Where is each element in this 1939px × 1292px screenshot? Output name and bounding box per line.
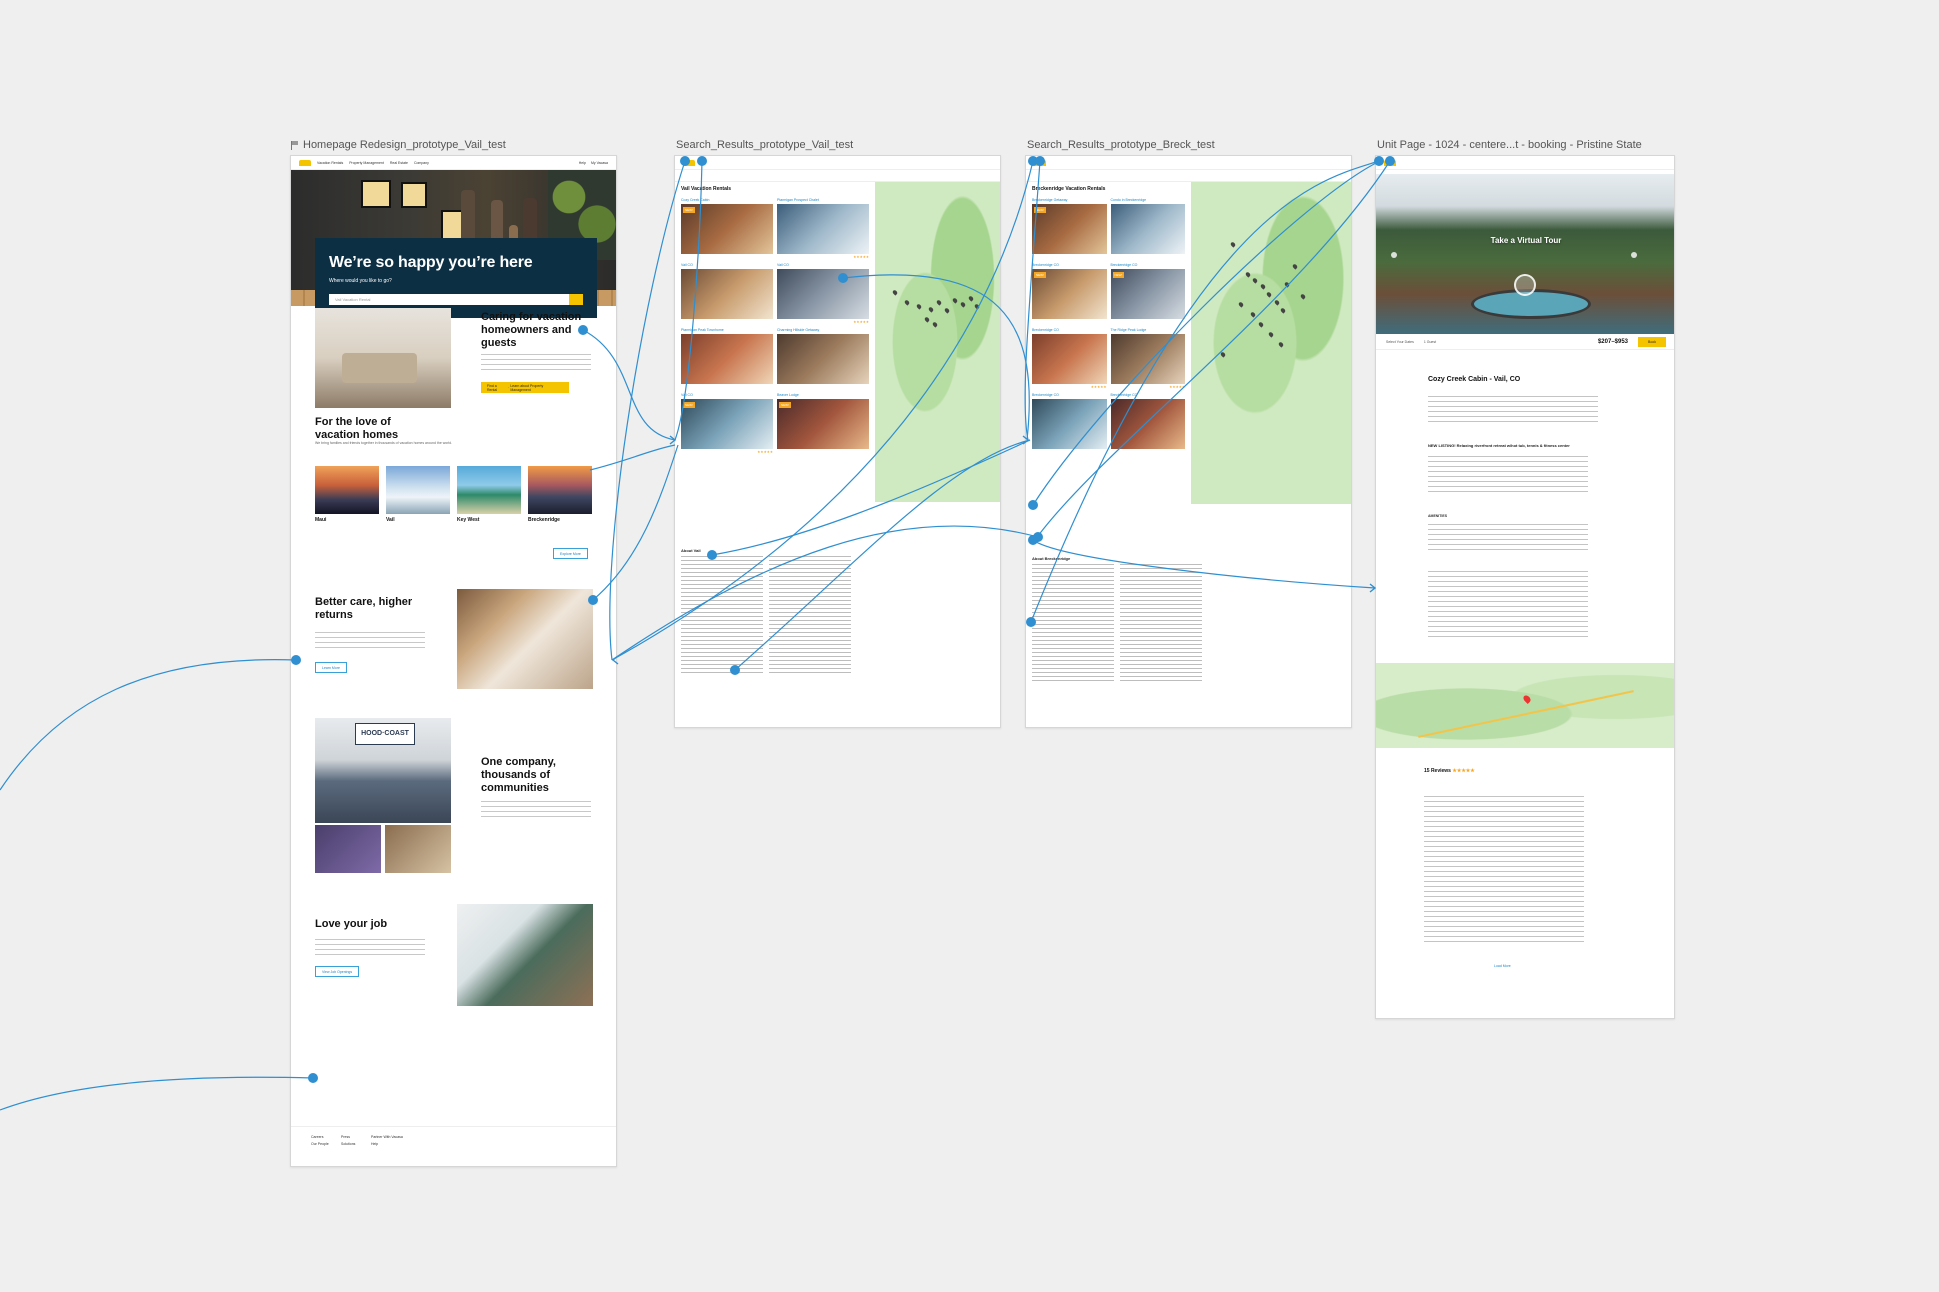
connector-line xyxy=(734,439,1031,671)
arrowhead-icon xyxy=(611,655,619,665)
hotspot-dot[interactable] xyxy=(680,156,690,166)
connector-line xyxy=(1032,160,1381,506)
hotspot-dot[interactable] xyxy=(1033,532,1043,542)
hotspot-dot[interactable] xyxy=(308,1073,318,1083)
prototype-canvas: Homepage Redesign_prototype_Vail_test Se… xyxy=(0,0,1939,1292)
hotspot-dot[interactable] xyxy=(578,325,588,335)
connector-line xyxy=(674,160,703,441)
hotspot-dot[interactable] xyxy=(707,550,717,560)
connector-line xyxy=(1032,539,1376,589)
connector-line xyxy=(1034,160,1391,541)
hotspot-dot[interactable] xyxy=(1035,156,1045,166)
hotspot-dot[interactable] xyxy=(1026,617,1036,627)
connector-line xyxy=(582,329,676,441)
hotspot-dot[interactable] xyxy=(1385,156,1395,166)
hotspot-dot[interactable] xyxy=(1028,500,1038,510)
hotspot-dot[interactable] xyxy=(1374,156,1384,166)
connector-line xyxy=(0,659,297,791)
connector-line xyxy=(611,160,1034,661)
hotspot-dot[interactable] xyxy=(838,273,848,283)
connector-line xyxy=(589,444,676,471)
connector-line xyxy=(609,160,686,661)
hotspot-dot[interactable] xyxy=(697,156,707,166)
connector-lines xyxy=(0,160,1391,1111)
hotspot-dot[interactable] xyxy=(730,665,740,675)
connector-line xyxy=(1024,160,1041,441)
hotspot-dot[interactable] xyxy=(588,595,598,605)
connector-line xyxy=(592,444,679,601)
connector-line xyxy=(0,1076,314,1111)
connector-line xyxy=(1030,160,1380,623)
connector-hotspots[interactable] xyxy=(291,156,1395,1083)
hotspot-dot[interactable] xyxy=(291,655,301,665)
connector-line xyxy=(611,525,1039,661)
connector-line xyxy=(842,274,1030,441)
prototype-connections xyxy=(0,156,1395,1111)
connector-line xyxy=(711,439,1031,556)
